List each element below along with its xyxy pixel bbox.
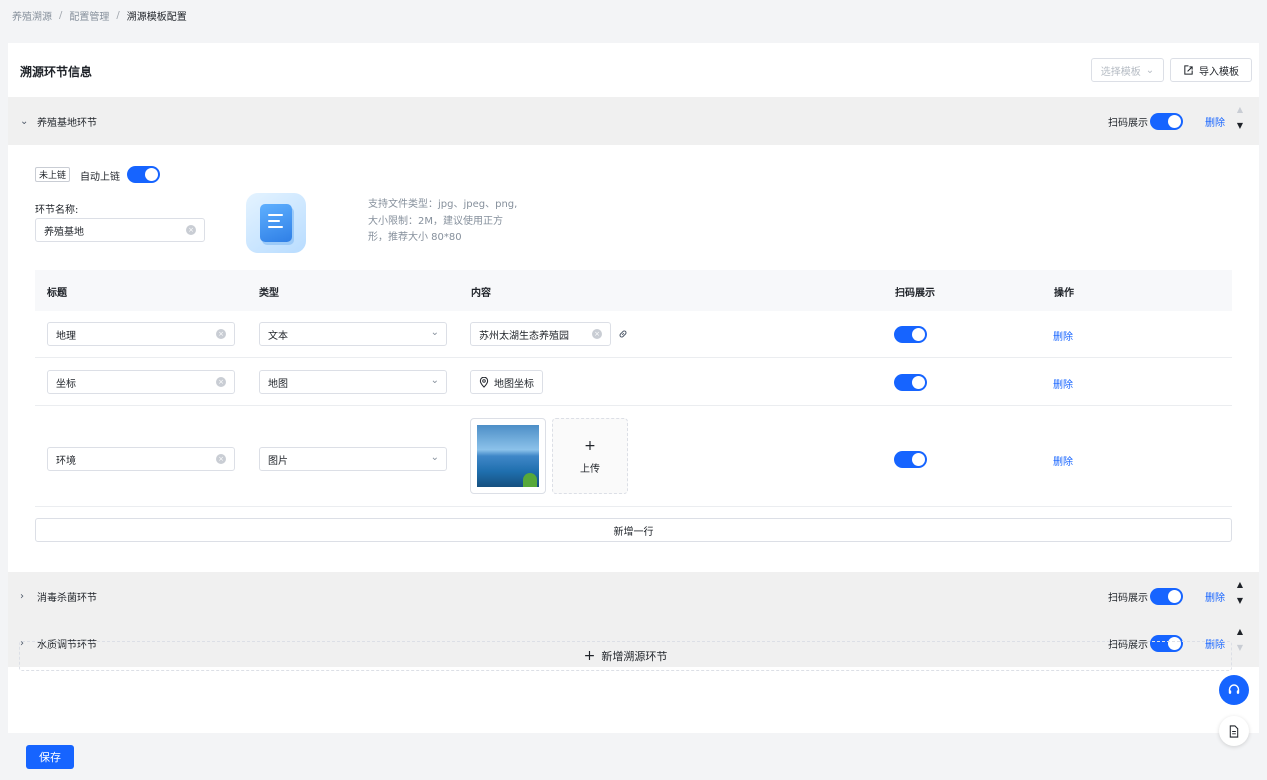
column-header: 类型 [259, 288, 279, 299]
upload-label: 上传 [580, 463, 600, 475]
row-scan-toggle[interactable] [894, 374, 927, 391]
scan-display-label: 扫码展示 [1108, 592, 1148, 604]
scan-display-toggle[interactable] [1150, 112, 1183, 130]
select-template-label: 选择模板 [1100, 66, 1141, 78]
row-type-select[interactable]: 图片 ⌄ [259, 447, 447, 471]
row-title-value: 地理 [56, 330, 76, 342]
section-name: 消毒杀菌环节 [37, 592, 97, 604]
chevron-down-icon: ⌄ [1145, 64, 1155, 76]
chevron-right-icon[interactable]: › [20, 591, 24, 602]
row-title-value: 环境 [56, 455, 76, 467]
plus-icon: + [583, 648, 596, 664]
auto-chain-label: 自动上链 [80, 172, 120, 183]
chevron-down-icon: ⌄ [430, 452, 439, 463]
link-icon[interactable] [618, 329, 628, 339]
clear-icon[interactable]: × [216, 454, 226, 464]
import-template-button[interactable]: 导入模板 [1170, 58, 1252, 82]
map-coordinate-label: 地图坐标 [494, 378, 534, 390]
row-divider [35, 506, 1232, 507]
move-down-icon[interactable]: ▼ [1237, 121, 1243, 131]
location-pin-icon [479, 376, 489, 388]
uploaded-image[interactable] [470, 418, 546, 494]
row-title-input[interactable]: 坐标 × [47, 370, 235, 394]
map-coordinate-button[interactable]: 地图坐标 [470, 370, 543, 394]
row-delete-link[interactable]: 删除 [1053, 453, 1073, 468]
section-name: 养殖基地环节 [37, 117, 97, 129]
document-icon [260, 204, 292, 242]
import-template-label: 导入模板 [1199, 66, 1239, 78]
row-scan-toggle[interactable] [894, 326, 927, 343]
row-type-select[interactable]: 地图 ⌄ [259, 370, 447, 394]
lake-photo-thumbnail [477, 425, 539, 487]
chevron-down-icon[interactable]: ⌄ [20, 116, 28, 127]
chain-status-badge: 未上链 [35, 167, 71, 182]
scan-display-toggle[interactable] [1150, 587, 1183, 605]
row-content-input[interactable]: 苏州太湖生态养殖园 × [470, 322, 611, 346]
clear-icon[interactable]: × [216, 329, 226, 339]
row-type-value: 地图 [268, 378, 288, 390]
row-divider [35, 405, 1232, 406]
row-title-input[interactable]: 地理 × [47, 322, 235, 346]
stage-icon-upload[interactable] [246, 193, 306, 253]
upload-hint: 支持文件类型：jpg、jpeg、png, [368, 199, 518, 210]
breadcrumb-item[interactable]: 配置管理 [69, 8, 109, 23]
add-trace-stage-label: 新增溯源环节 [601, 650, 668, 663]
auto-chain-toggle[interactable] [127, 166, 160, 183]
save-button[interactable]: 保存 [26, 745, 74, 769]
customer-service-button[interactable] [1219, 675, 1249, 705]
breadcrumb-item[interactable]: 养殖溯源 [12, 8, 52, 23]
delete-section-link[interactable]: 删除 [1205, 114, 1225, 129]
row-divider [35, 357, 1232, 358]
row-type-value: 图片 [268, 455, 288, 467]
main-card: 溯源环节信息 选择模板 ⌄ 导入模板 ⌄ 养殖基地环节 扫码展示 删除 ▲ ▼ 未… [8, 43, 1259, 733]
import-icon [1184, 64, 1193, 75]
row-type-select[interactable]: 文本 ⌄ [259, 322, 447, 346]
stage-name-value: 养殖基地 [44, 226, 84, 238]
row-title-input[interactable]: 环境 × [47, 447, 235, 471]
breadcrumb-current: 溯源模板配置 [126, 11, 187, 23]
row-title-value: 坐标 [56, 378, 76, 390]
clear-icon[interactable]: × [186, 225, 196, 235]
page-title: 溯源环节信息 [20, 65, 93, 79]
upload-image-button[interactable]: + 上传 [552, 418, 628, 494]
column-header: 扫码展示 [895, 288, 935, 299]
delete-section-link[interactable]: 删除 [1205, 589, 1225, 604]
row-delete-link[interactable]: 删除 [1053, 328, 1073, 343]
column-header: 内容 [471, 288, 491, 299]
move-up-icon[interactable]: ▲ [1237, 105, 1243, 115]
breadcrumb-separator: / [116, 9, 120, 21]
column-header: 操作 [1054, 288, 1074, 299]
stage-name-label: 环节名称: [35, 205, 79, 216]
move-down-icon[interactable]: ▼ [1237, 596, 1243, 606]
file-icon [1229, 724, 1239, 738]
add-trace-stage-button[interactable]: + 新增溯源环节 [19, 641, 1232, 671]
row-delete-link[interactable]: 删除 [1053, 376, 1073, 391]
select-template-dropdown[interactable]: 选择模板 ⌄ [1091, 58, 1164, 82]
upload-hint: 形，推荐大小 80*80 [368, 232, 462, 243]
plus-icon: + [584, 437, 596, 454]
clear-icon[interactable]: × [592, 329, 602, 339]
row-scan-toggle[interactable] [894, 451, 927, 468]
row-type-value: 文本 [268, 330, 288, 342]
move-up-icon[interactable]: ▲ [1237, 627, 1243, 637]
chevron-down-icon: ⌄ [430, 375, 439, 386]
move-up-icon[interactable]: ▲ [1237, 580, 1243, 590]
section-header-disinfection[interactable]: › 消毒杀菌环节 扫码展示 删除 ▲ ▼ [8, 572, 1259, 620]
scan-display-label: 扫码展示 [1108, 117, 1148, 129]
section-panel: 未上链 自动上链 环节名称: 养殖基地 × 支持文件类型：jpg、jpeg、pn… [20, 146, 1247, 559]
chevron-down-icon: ⌄ [430, 327, 439, 338]
stage-name-input[interactable]: 养殖基地 × [35, 218, 205, 242]
upload-hint: 大小限制：2M，建议使用正方 [368, 216, 503, 227]
section-header-breeding-base[interactable]: ⌄ 养殖基地环节 扫码展示 删除 ▲ ▼ [8, 97, 1259, 145]
column-header: 标题 [47, 288, 67, 299]
row-content-value: 苏州太湖生态养殖园 [479, 330, 569, 342]
table-header: 标题 类型 内容 扫码展示 操作 [35, 270, 1232, 311]
breadcrumb-separator: / [59, 9, 63, 21]
headset-icon [1228, 684, 1240, 694]
move-down-icon[interactable]: ▼ [1237, 643, 1243, 653]
breadcrumb: 养殖溯源 / 配置管理 / 溯源模板配置 [12, 8, 187, 23]
clear-icon[interactable]: × [216, 377, 226, 387]
document-float-button[interactable] [1219, 716, 1249, 746]
add-row-button[interactable]: 新增一行 [35, 518, 1232, 542]
